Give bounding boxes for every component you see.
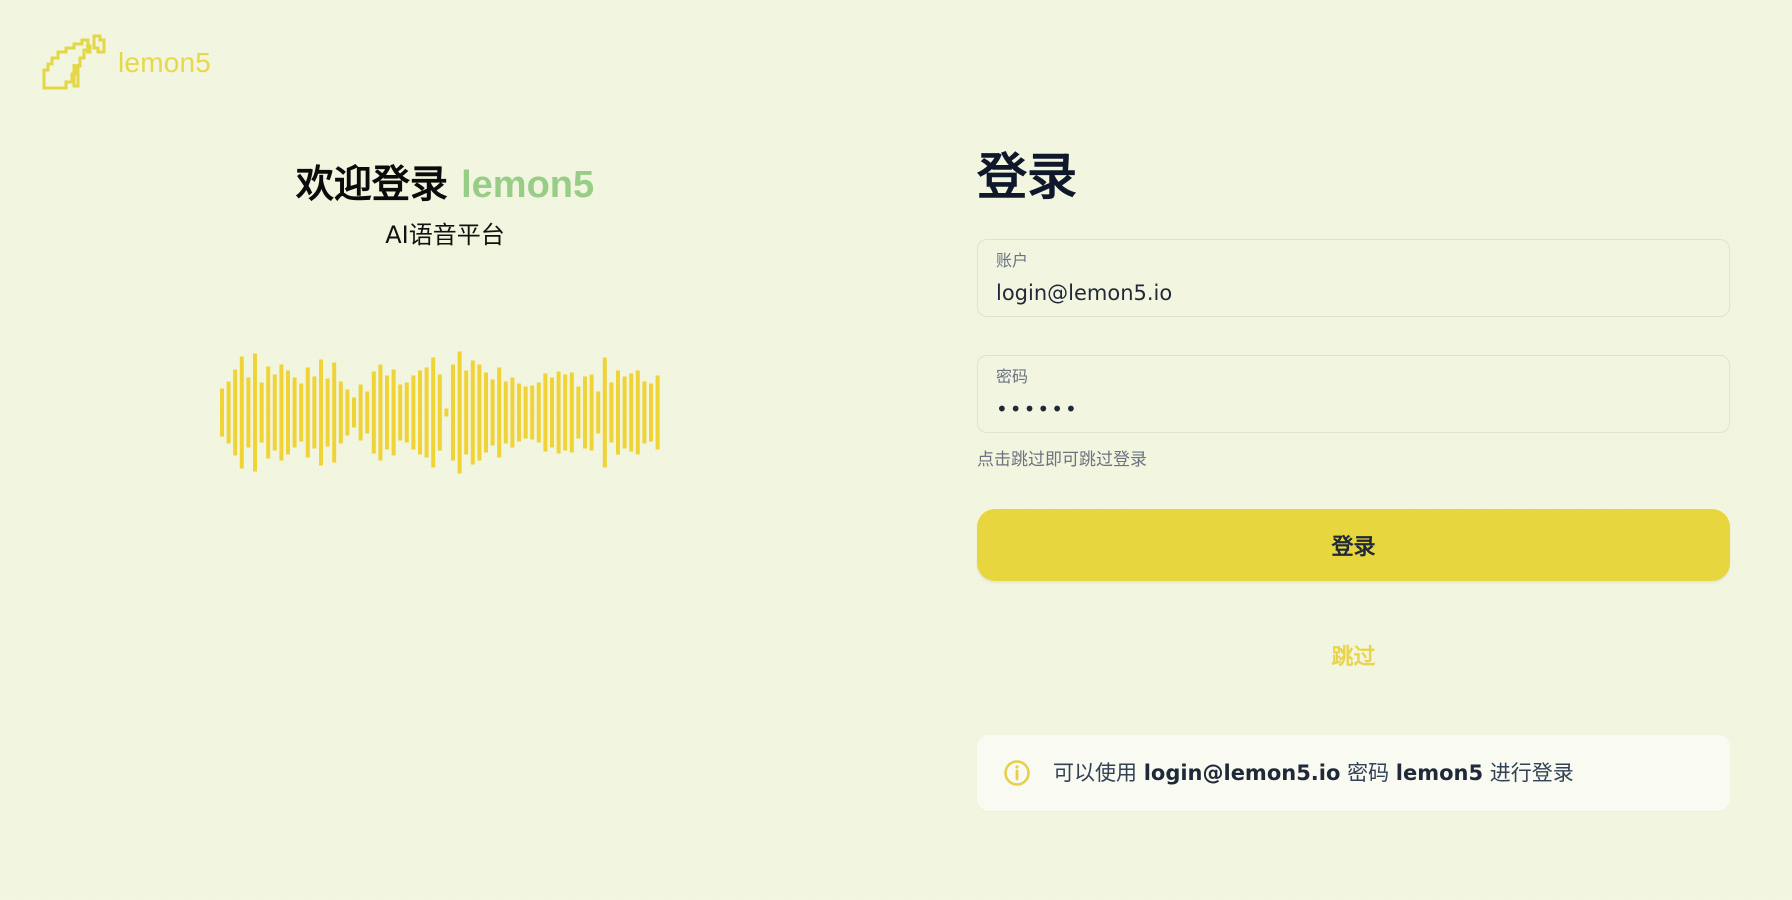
audio-waveform-icon	[220, 351, 660, 474]
waveform-bar	[602, 357, 607, 468]
waveform-bar	[220, 388, 224, 437]
brand-logo[interactable]: lemon5	[38, 30, 211, 92]
waveform-bar	[418, 370, 422, 455]
waveform-bar	[319, 359, 323, 466]
credentials-middle: 密码	[1347, 761, 1390, 785]
waveform-bar	[398, 384, 403, 441]
waveform-bar	[365, 391, 370, 434]
waveform-bar	[312, 376, 317, 449]
waveform-bar	[510, 377, 515, 448]
welcome-title-brand: lemon5	[461, 164, 595, 206]
waveform-bar	[517, 383, 521, 442]
info-circle-icon	[1004, 760, 1030, 786]
waveform-bar	[530, 385, 535, 440]
login-button[interactable]: 登录	[977, 509, 1730, 581]
login-title: 登录	[977, 148, 1077, 206]
waveform-bar	[576, 386, 581, 439]
waveform-bar	[345, 389, 350, 436]
waveform-bar	[226, 381, 231, 444]
credentials-text: 可以使用 login@lemon5.io 密码 lemon5 进行登录	[1053, 758, 1574, 788]
skip-hint: 点击跳过即可跳过登录	[977, 450, 1147, 470]
waveform-bar	[404, 382, 409, 443]
waveform-bar	[635, 370, 640, 455]
waveform-bar	[286, 370, 290, 455]
waveform-bar	[451, 364, 455, 461]
waveform-bar	[437, 374, 442, 451]
waveform-bar	[391, 369, 396, 456]
waveform-bar	[266, 366, 271, 459]
credentials-info: 可以使用 login@lemon5.io 密码 lemon5 进行登录	[977, 735, 1730, 811]
waveform-bar	[484, 372, 488, 453]
password-field[interactable]: 密码	[977, 355, 1730, 433]
waveform-bar	[622, 376, 627, 449]
waveform-bar	[378, 364, 383, 461]
waveform-bar	[239, 356, 244, 469]
waveform-bar	[299, 383, 304, 442]
waveform-bar	[358, 384, 363, 441]
waveform-bar	[609, 382, 614, 443]
waveform-bar	[424, 367, 429, 458]
waveform-bar	[352, 397, 356, 428]
waveform-bar	[536, 382, 541, 443]
waveform-bar	[497, 367, 502, 458]
waveform-bar	[477, 364, 482, 461]
waveform-bar	[464, 370, 469, 455]
waveform-bar	[385, 375, 389, 450]
login-form: 登录 账户 密码 点击跳过即可跳过登录 登录 跳过 可以使用 login@lem…	[977, 145, 1730, 811]
waveform-bar	[411, 375, 416, 450]
waveform-bar	[253, 353, 257, 472]
waveform-bar	[246, 377, 251, 448]
waveform-bar	[259, 382, 264, 443]
waveform-bar	[371, 371, 376, 454]
waveform-bar	[543, 373, 548, 452]
waveform-bar	[503, 381, 508, 444]
waveform-bar	[616, 370, 620, 455]
waveform-bar	[556, 371, 561, 454]
waveform-bar	[457, 351, 462, 474]
welcome-title-prefix: 欢迎登录	[295, 162, 448, 206]
waveform-bar	[649, 383, 653, 442]
waveform-bar	[431, 357, 436, 468]
waveform-bar	[596, 391, 601, 434]
waveform-bar	[563, 374, 568, 451]
waveform-bar	[550, 377, 554, 448]
credentials-email: login@lemon5.io	[1143, 761, 1341, 785]
credentials-password: lemon5	[1395, 761, 1484, 785]
brand-name: lemon5	[118, 47, 212, 78]
credentials-suffix: 进行登录	[1489, 761, 1574, 785]
welcome-section: 欢迎登录 lemon5 AI语音平台	[150, 160, 740, 251]
account-field[interactable]: 账户	[977, 239, 1730, 317]
waveform-bar	[272, 374, 277, 451]
waveform-bar	[569, 372, 574, 453]
waveform-bar	[332, 362, 337, 463]
waveform-bar	[444, 408, 449, 417]
lemon-pixel-icon	[42, 34, 106, 90]
waveform-bar	[292, 377, 297, 448]
waveform-bar	[279, 364, 284, 461]
account-label: 账户	[996, 251, 1029, 270]
waveform-bar	[589, 374, 594, 451]
waveform-bar	[523, 386, 528, 439]
waveform-bar	[325, 378, 330, 447]
password-label: 密码	[996, 367, 1029, 386]
waveform-bar	[583, 376, 587, 449]
password-input[interactable]	[996, 394, 1711, 424]
waveform-bar	[470, 360, 475, 465]
waveform-bar	[338, 381, 343, 444]
login-page: lemon5 欢迎登录 lemon5 AI语音平台 登录 账户 密码 点击跳过即…	[0, 0, 1792, 900]
credentials-prefix: 可以使用	[1053, 761, 1137, 785]
platform-subtitle: AI语音平台	[385, 221, 505, 249]
waveform-bar	[490, 379, 495, 446]
account-input[interactable]	[996, 278, 1711, 308]
skip-button[interactable]: 跳过	[977, 643, 1730, 673]
waveform-bar	[655, 375, 660, 450]
waveform-bar	[629, 373, 634, 452]
waveform-bar	[642, 381, 647, 444]
waveform-bar	[305, 367, 310, 458]
waveform-bar	[233, 369, 238, 456]
welcome-title: 欢迎登录 lemon5	[150, 160, 740, 209]
